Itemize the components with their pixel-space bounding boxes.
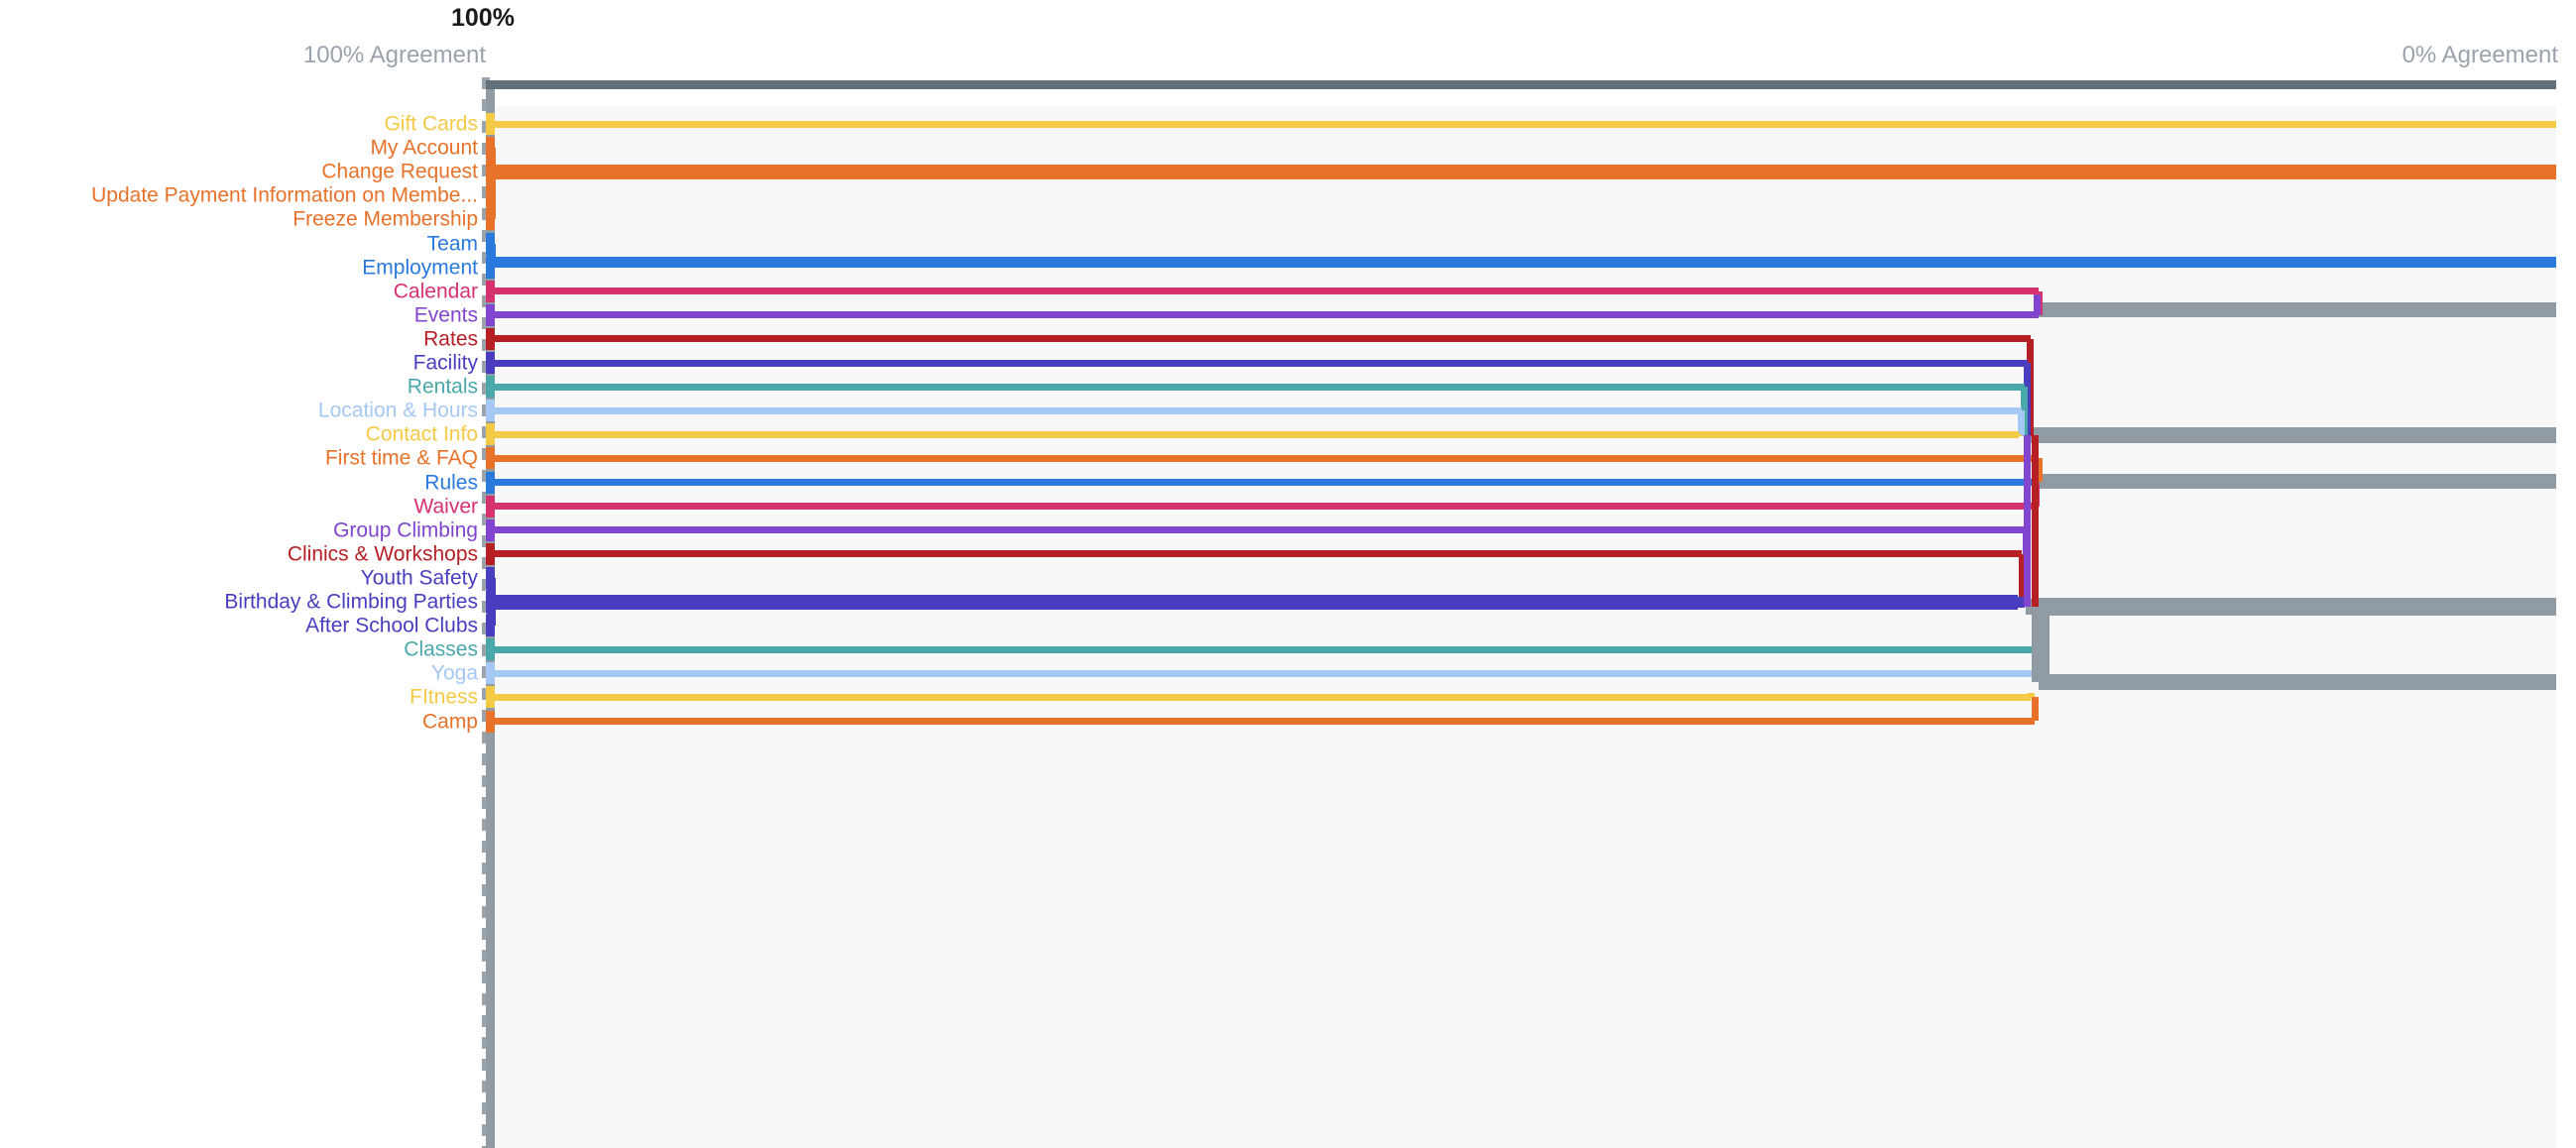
leaf-tick	[486, 566, 495, 589]
leaf-label-3: Update Payment Information on Membe...	[91, 183, 478, 207]
merge-classes-cluster	[2039, 674, 2556, 691]
join-13	[2015, 434, 2023, 437]
leaf-tick	[486, 137, 495, 160]
leaf-label-16: Waiver	[413, 495, 478, 518]
leaf-label-19: Youth Safety	[360, 566, 478, 590]
merge-calendar-events	[2039, 302, 2556, 318]
leaf-label-18: Clinics & Workshops	[287, 542, 478, 566]
link-10	[486, 359, 2028, 367]
leaf-label-4: Freeze Membership	[293, 207, 478, 231]
leaf-label-17: Group Climbing	[333, 518, 478, 542]
leaf-tick	[486, 303, 495, 326]
leaf-label-12: Location & Hours	[317, 399, 478, 422]
link-waiver	[486, 503, 2039, 511]
root-horizontal	[486, 79, 2556, 89]
leaf-tick	[486, 686, 495, 709]
join-12	[2018, 410, 2026, 437]
leaf-tick	[486, 113, 495, 135]
leaf-label-2: Change Request	[321, 160, 478, 183]
leaf-tick	[486, 256, 495, 279]
leaf-label-10: Facility	[412, 351, 478, 375]
join-calendar-events-b	[2033, 293, 2041, 315]
leaf-label-1: My Account	[370, 136, 478, 160]
deep-merge-right	[2035, 598, 2556, 616]
leaf-tick	[486, 518, 495, 541]
link-11	[486, 383, 2025, 391]
leaf-tick	[486, 710, 495, 733]
link-group-climbing	[486, 526, 2027, 534]
link-events	[486, 311, 2039, 319]
leaf-label-24: FItness	[410, 685, 478, 709]
link-calendar	[486, 287, 2039, 295]
link-classes	[486, 645, 2039, 653]
leaf-label-22: Classes	[404, 637, 478, 661]
leaf-label-0: Gift Cards	[384, 112, 478, 136]
deep-join-facility-programs	[2031, 435, 2039, 607]
link-9	[486, 335, 2031, 343]
leaf-label-20: Birthday & Climbing Parties	[224, 590, 478, 614]
leaf-label-7: Calendar	[393, 280, 478, 303]
leaf-tick	[486, 352, 495, 374]
deep-spine-lower	[2032, 607, 2049, 683]
dendrogram-chart: 100% 100% Agreement 0% Agreement Gift Ca…	[0, 0, 2576, 1148]
leaf-tick	[486, 400, 495, 422]
leaf-tick	[486, 542, 495, 565]
leaf-tick	[486, 423, 495, 446]
cluster-parties-trunk	[486, 594, 2019, 610]
leaf-tick	[486, 327, 495, 350]
leaf-tick	[486, 591, 495, 613]
link-fitness	[486, 693, 2031, 701]
leaf-tick	[486, 208, 495, 231]
link-camp	[486, 718, 2035, 725]
leaf-tick	[486, 471, 495, 494]
leaf-label-14: First time & FAQ	[324, 446, 478, 470]
leaf-label-13: Contact Info	[365, 422, 478, 446]
leaf-tick	[486, 662, 495, 685]
left-axis-label: 100% Agreement	[302, 42, 486, 68]
link-clinics	[486, 550, 2023, 558]
merge-faq-rules-waiver	[2039, 474, 2556, 489]
join-camp	[2031, 697, 2039, 722]
link-13	[486, 430, 2019, 438]
link-rules	[486, 479, 2035, 486]
leaf-tick	[486, 184, 495, 207]
merge-facility-cluster	[2030, 427, 2556, 444]
leaf-tick	[486, 447, 495, 470]
link-gift-cards	[486, 120, 2556, 128]
leaf-label-21: After School Clubs	[305, 614, 478, 637]
leaf-tick	[486, 638, 495, 661]
leaf-label-9: Rates	[423, 327, 478, 351]
link-12	[486, 406, 2022, 414]
leaf-label-25: Camp	[421, 710, 478, 733]
deep-join-outer	[2023, 435, 2031, 607]
leaf-tick	[486, 232, 495, 255]
leaf-label-15: Rules	[424, 471, 478, 494]
leaf-tick	[486, 161, 495, 183]
leaf-label-8: Events	[413, 303, 478, 327]
leaf-label-11: Rentals	[407, 375, 478, 399]
leaf-tick	[486, 280, 495, 302]
leaf-tick	[486, 376, 495, 399]
leaf-tick	[486, 615, 495, 637]
cluster-account-trunk	[486, 164, 2556, 179]
link-faq	[486, 454, 2039, 462]
leaf-label-5: Team	[426, 232, 478, 255]
link-yoga	[486, 669, 2035, 677]
leaf-label-6: Employment	[362, 256, 478, 280]
scale-top-label: 100%	[451, 4, 515, 32]
leaf-label-23: Yoga	[430, 661, 478, 685]
right-axis-label: 0% Agreement	[2401, 42, 2558, 68]
cluster-team-trunk	[486, 257, 2556, 269]
leaf-tick	[486, 495, 495, 517]
